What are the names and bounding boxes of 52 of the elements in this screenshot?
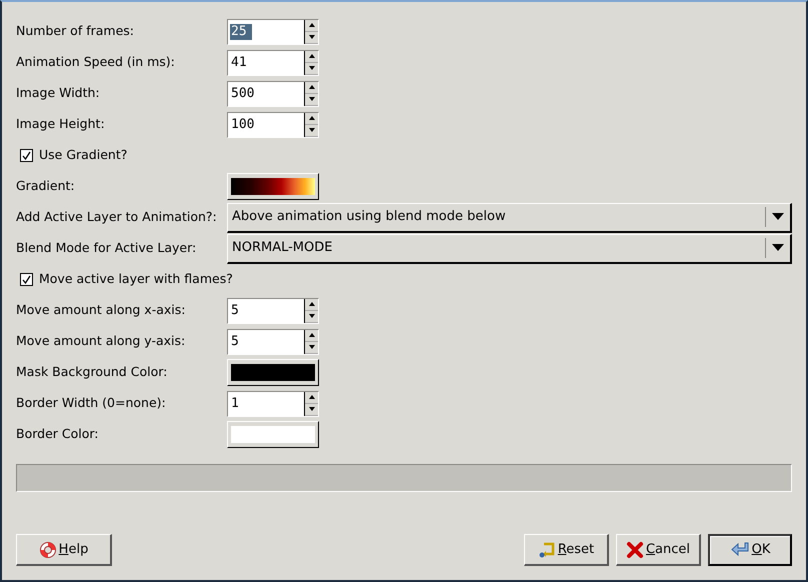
reset-button[interactable]: Reset — [524, 534, 609, 566]
spin-down-icon[interactable] — [308, 345, 314, 349]
color-button[interactable] — [227, 359, 319, 386]
field-label: Animation Speed (in ms): — [16, 53, 176, 72]
field-label: Mask Background Color: — [16, 363, 168, 382]
spin-field[interactable]: 41 — [227, 50, 319, 76]
field-label: Add Active Layer to Animation?: — [16, 208, 218, 226]
color-button[interactable] — [227, 421, 319, 448]
field-label: Gradient: — [16, 177, 76, 196]
field-label: Border Width (0=none): — [16, 394, 167, 412]
spin-field[interactable]: 5 — [227, 328, 319, 354]
dropdown-arrow-icon — [772, 244, 784, 252]
cancel-button[interactable]: Cancel — [616, 534, 701, 566]
field-label: Image Width: — [16, 84, 101, 102]
help-button[interactable]: Help — [16, 534, 112, 566]
spin-down-icon[interactable] — [308, 66, 314, 70]
dropdown[interactable]: NORMAL-MODE — [227, 234, 792, 264]
field-label: Move amount along y-axis: — [16, 332, 186, 350]
spin-field[interactable]: 25 — [227, 18, 319, 44]
spin-field[interactable]: 500 — [227, 80, 319, 106]
dropdown[interactable]: Above animation using blend mode below — [227, 202, 792, 232]
field-label: Image Height: — [16, 115, 106, 134]
revert-icon — [538, 540, 556, 558]
spin-up-icon[interactable] — [308, 23, 314, 27]
spin-up-icon[interactable] — [308, 333, 314, 337]
dropdown-arrow-icon — [772, 213, 784, 221]
return-arrow-icon — [730, 541, 750, 559]
field-label: Move amount along x-axis: — [16, 301, 186, 320]
field-label: Blend Mode for Active Layer: — [16, 239, 198, 258]
spin-up-icon[interactable] — [308, 54, 314, 58]
ok-button[interactable]: OK — [708, 534, 792, 566]
spin-up-icon[interactable] — [308, 85, 314, 89]
spin-down-icon[interactable] — [308, 97, 314, 101]
spin-down-icon[interactable] — [308, 128, 314, 132]
field-label: Number of frames: — [16, 22, 135, 40]
checkbox[interactable] — [20, 273, 33, 286]
spin-field[interactable]: 1 — [227, 390, 319, 416]
spin-up-icon[interactable] — [308, 395, 314, 399]
spin-down-icon[interactable] — [308, 407, 314, 411]
spin-up-icon[interactable] — [308, 116, 314, 120]
cross-icon — [626, 540, 644, 558]
spin-field[interactable]: 100 — [227, 112, 319, 138]
gradient-button[interactable] — [227, 173, 319, 200]
checkbox[interactable] — [20, 149, 33, 162]
spin-field[interactable]: 5 — [227, 298, 319, 324]
checkbox-label: Move active layer with flames? — [39, 270, 233, 288]
spin-up-icon[interactable] — [308, 302, 314, 306]
checkbox-label: Use Gradient? — [39, 146, 128, 164]
spin-down-icon[interactable] — [308, 35, 314, 39]
spin-down-icon[interactable] — [308, 314, 314, 318]
field-label: Border Color: — [16, 425, 100, 444]
lifebuoy-icon — [38, 540, 57, 558]
